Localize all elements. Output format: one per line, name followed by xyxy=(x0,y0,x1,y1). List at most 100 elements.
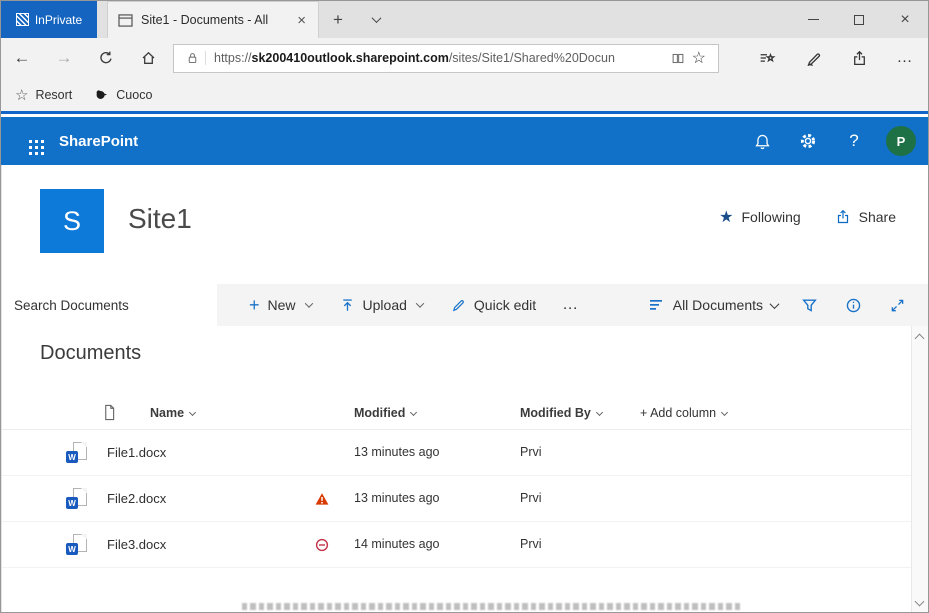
warning-status-icon xyxy=(314,491,330,507)
more-actions-button[interactable]: … xyxy=(882,49,928,67)
scroll-up-icon[interactable] xyxy=(915,334,925,344)
file-type-column-icon[interactable] xyxy=(102,404,117,421)
file-row[interactable]: W File1.docx 13 minutes ago Prvi xyxy=(2,430,914,476)
file-name[interactable]: File2.docx xyxy=(107,491,166,506)
command-overflow-button[interactable]: … xyxy=(552,296,589,314)
site-logo[interactable]: S xyxy=(40,189,104,253)
star-icon: ☆ xyxy=(15,86,28,104)
upload-button[interactable]: Upload xyxy=(328,297,435,313)
refresh-button[interactable] xyxy=(85,50,127,66)
new-tab-button[interactable]: + xyxy=(319,1,357,38)
site-header: S Site1 ★ Following Share xyxy=(1,165,928,284)
view-label: All Documents xyxy=(673,297,763,313)
file-modified-by: Prvi xyxy=(520,537,542,551)
info-icon[interactable] xyxy=(836,297,870,314)
reading-view-icon[interactable] xyxy=(666,52,690,65)
document-list-pane: Documents Name Modified Modified By + Ad… xyxy=(1,326,928,613)
scroll-down-icon[interactable] xyxy=(915,597,925,607)
back-button[interactable]: ← xyxy=(1,48,43,68)
file-modified-by: Prvi xyxy=(520,445,542,459)
forward-button[interactable]: → xyxy=(43,48,85,68)
settings-gear-icon[interactable] xyxy=(788,132,828,150)
fullscreen-expand-icon[interactable] xyxy=(880,298,914,313)
vertical-scrollbar[interactable] xyxy=(911,326,928,613)
view-sort-icon xyxy=(649,298,665,312)
word-file-icon: W xyxy=(66,534,87,556)
list-title: Documents xyxy=(40,342,141,365)
file-modified: 13 minutes ago xyxy=(354,445,439,459)
upload-icon xyxy=(340,298,355,313)
chevron-down-icon xyxy=(721,409,728,416)
chevron-down-icon xyxy=(410,409,417,416)
waffle-icon xyxy=(29,140,32,143)
url-path: /sites/Site1/Shared%20Docun xyxy=(449,51,615,65)
chevron-down-icon xyxy=(189,409,196,416)
quick-edit-label: Quick edit xyxy=(474,297,536,313)
column-header-name[interactable]: Name xyxy=(150,406,195,420)
word-badge: W xyxy=(66,497,78,509)
chevron-down-icon xyxy=(416,299,424,307)
notifications-bell-icon[interactable] xyxy=(742,133,782,150)
truncated-bottom-text xyxy=(242,603,742,610)
inprivate-label: InPrivate xyxy=(35,13,82,27)
column-header-modified[interactable]: Modified xyxy=(354,406,416,420)
favorites-hub-icon[interactable] xyxy=(744,50,790,67)
word-file-icon: W xyxy=(66,488,87,510)
url-box[interactable]: https://sk200410outlook.sharepoint.com/s… xyxy=(173,44,719,73)
share-page-icon[interactable] xyxy=(836,50,882,67)
file-name[interactable]: File1.docx xyxy=(107,445,166,460)
file-row[interactable]: W File2.docx 13 minutes ago Prvi xyxy=(2,476,914,522)
web-note-pen-icon[interactable] xyxy=(790,50,836,67)
search-box[interactable] xyxy=(2,284,217,326)
browser-window: InPrivate Site1 - Documents - All × + × … xyxy=(0,0,929,613)
url-domain: sk200410outlook.sharepoint.com xyxy=(252,51,449,65)
ellipsis-icon: … xyxy=(897,49,914,67)
share-site-button[interactable]: Share xyxy=(835,209,896,225)
word-badge: W xyxy=(66,543,78,555)
file-row[interactable]: W File3.docx 14 minutes ago Prvi xyxy=(2,522,914,568)
view-selector[interactable]: All Documents xyxy=(649,297,782,313)
file-modified-by: Prvi xyxy=(520,491,542,505)
command-bar: + New Upload Quick edit … xyxy=(1,284,928,326)
maximize-button[interactable] xyxy=(836,1,882,38)
upload-label: Upload xyxy=(363,297,407,313)
column-label: Modified xyxy=(354,406,405,420)
tab-preview-chevron-icon[interactable] xyxy=(357,1,395,38)
address-bar: ← → https://sk200410outlook.sharepoint.c… xyxy=(1,38,928,78)
new-button[interactable]: + New xyxy=(237,296,324,314)
blocked-status-icon xyxy=(314,537,330,553)
tab-title: Site1 - Documents - All xyxy=(141,13,287,27)
column-header-modified-by[interactable]: Modified By xyxy=(520,406,602,420)
close-window-button[interactable]: × xyxy=(882,1,928,38)
favorite-cuoco[interactable]: Cuoco xyxy=(94,88,152,102)
browser-tab[interactable]: Site1 - Documents - All × xyxy=(107,1,319,38)
help-button[interactable]: ? xyxy=(834,131,874,151)
app-name[interactable]: SharePoint xyxy=(59,133,138,150)
add-favorite-star-icon[interactable]: ☆ xyxy=(690,48,712,68)
minimize-icon xyxy=(808,19,819,20)
column-label: Modified By xyxy=(520,406,591,420)
maximize-icon xyxy=(854,15,864,25)
chevron-down-icon xyxy=(596,409,603,416)
add-column-button[interactable]: + Add column xyxy=(640,406,727,420)
quick-edit-button[interactable]: Quick edit xyxy=(439,297,548,313)
title-bar: InPrivate Site1 - Documents - All × + × xyxy=(1,1,928,38)
share-label: Share xyxy=(859,209,896,225)
close-icon: × xyxy=(900,11,909,29)
minimize-button[interactable] xyxy=(790,1,836,38)
share-icon xyxy=(835,209,851,225)
lock-icon xyxy=(180,51,206,65)
tab-close-icon[interactable]: × xyxy=(295,13,308,28)
word-badge: W xyxy=(66,451,78,463)
favorite-resort[interactable]: ☆ Resort xyxy=(15,86,72,104)
filter-icon[interactable] xyxy=(792,297,826,314)
following-button[interactable]: ★ Following xyxy=(719,207,800,227)
file-name[interactable]: File3.docx xyxy=(107,537,166,552)
home-button[interactable] xyxy=(127,50,169,66)
pencil-icon xyxy=(451,298,466,313)
user-avatar[interactable]: P xyxy=(886,126,916,156)
following-label: Following xyxy=(742,209,801,225)
inprivate-icon xyxy=(16,13,29,26)
app-launcher-button[interactable] xyxy=(1,140,59,143)
search-input[interactable] xyxy=(2,298,217,313)
